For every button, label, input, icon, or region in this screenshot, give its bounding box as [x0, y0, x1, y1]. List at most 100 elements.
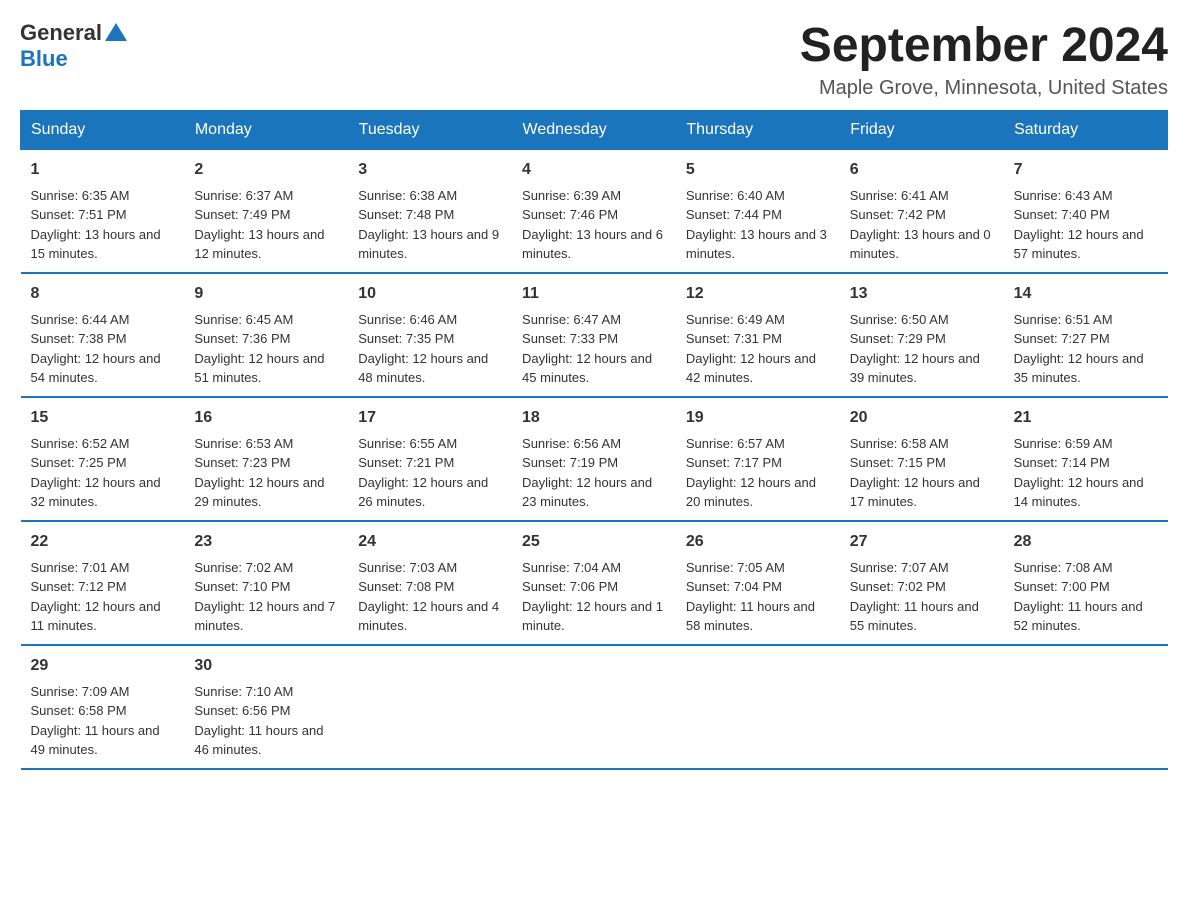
- calendar-cell: 19 Sunrise: 6:57 AMSunset: 7:17 PMDaylig…: [676, 397, 840, 521]
- day-number: 4: [522, 158, 666, 182]
- day-number: 11: [522, 282, 666, 306]
- day-number: 30: [194, 654, 338, 678]
- day-info: Sunrise: 6:55 AMSunset: 7:21 PMDaylight:…: [358, 436, 488, 510]
- title-section: September 2024 Maple Grove, Minnesota, U…: [800, 20, 1168, 100]
- header-monday: Monday: [184, 110, 348, 149]
- day-info: Sunrise: 6:57 AMSunset: 7:17 PMDaylight:…: [686, 436, 816, 510]
- calendar-cell: 23 Sunrise: 7:02 AMSunset: 7:10 PMDaylig…: [184, 521, 348, 645]
- calendar-cell: 5 Sunrise: 6:40 AMSunset: 7:44 PMDayligh…: [676, 149, 840, 273]
- day-number: 25: [522, 530, 666, 554]
- day-info: Sunrise: 7:02 AMSunset: 7:10 PMDaylight:…: [194, 560, 335, 634]
- calendar-week-4: 22 Sunrise: 7:01 AMSunset: 7:12 PMDaylig…: [21, 521, 1168, 645]
- header-friday: Friday: [840, 110, 1004, 149]
- calendar-cell: 7 Sunrise: 6:43 AMSunset: 7:40 PMDayligh…: [1004, 149, 1168, 273]
- day-number: 8: [31, 282, 175, 306]
- calendar-cell: 6 Sunrise: 6:41 AMSunset: 7:42 PMDayligh…: [840, 149, 1004, 273]
- day-number: 1: [31, 158, 175, 182]
- calendar-cell: 11 Sunrise: 6:47 AMSunset: 7:33 PMDaylig…: [512, 273, 676, 397]
- day-info: Sunrise: 6:43 AMSunset: 7:40 PMDaylight:…: [1014, 188, 1144, 262]
- calendar-cell: 2 Sunrise: 6:37 AMSunset: 7:49 PMDayligh…: [184, 149, 348, 273]
- calendar-cell: 26 Sunrise: 7:05 AMSunset: 7:04 PMDaylig…: [676, 521, 840, 645]
- day-number: 6: [850, 158, 994, 182]
- header-thursday: Thursday: [676, 110, 840, 149]
- calendar-cell: 15 Sunrise: 6:52 AMSunset: 7:25 PMDaylig…: [21, 397, 185, 521]
- header-sunday: Sunday: [21, 110, 185, 149]
- day-info: Sunrise: 6:35 AMSunset: 7:51 PMDaylight:…: [31, 188, 161, 262]
- logo-general-text: General: [20, 20, 102, 46]
- day-number: 27: [850, 530, 994, 554]
- calendar-cell: 24 Sunrise: 7:03 AMSunset: 7:08 PMDaylig…: [348, 521, 512, 645]
- day-info: Sunrise: 6:49 AMSunset: 7:31 PMDaylight:…: [686, 312, 816, 386]
- calendar-cell: 21 Sunrise: 6:59 AMSunset: 7:14 PMDaylig…: [1004, 397, 1168, 521]
- calendar-cell: 3 Sunrise: 6:38 AMSunset: 7:48 PMDayligh…: [348, 149, 512, 273]
- calendar-body: 1 Sunrise: 6:35 AMSunset: 7:51 PMDayligh…: [21, 149, 1168, 769]
- day-number: 3: [358, 158, 502, 182]
- header-saturday: Saturday: [1004, 110, 1168, 149]
- day-number: 24: [358, 530, 502, 554]
- day-info: Sunrise: 6:53 AMSunset: 7:23 PMDaylight:…: [194, 436, 324, 510]
- day-number: 5: [686, 158, 830, 182]
- day-info: Sunrise: 7:08 AMSunset: 7:00 PMDaylight:…: [1014, 560, 1143, 634]
- calendar-subtitle: Maple Grove, Minnesota, United States: [800, 77, 1168, 100]
- day-number: 10: [358, 282, 502, 306]
- day-info: Sunrise: 6:37 AMSunset: 7:49 PMDaylight:…: [194, 188, 324, 262]
- calendar-cell: 18 Sunrise: 6:56 AMSunset: 7:19 PMDaylig…: [512, 397, 676, 521]
- day-number: 16: [194, 406, 338, 430]
- day-info: Sunrise: 7:05 AMSunset: 7:04 PMDaylight:…: [686, 560, 815, 634]
- header-row: Sunday Monday Tuesday Wednesday Thursday…: [21, 110, 1168, 149]
- calendar-cell: 20 Sunrise: 6:58 AMSunset: 7:15 PMDaylig…: [840, 397, 1004, 521]
- day-info: Sunrise: 6:39 AMSunset: 7:46 PMDaylight:…: [522, 188, 663, 262]
- day-number: 28: [1014, 530, 1158, 554]
- calendar-cell: 30 Sunrise: 7:10 AMSunset: 6:56 PMDaylig…: [184, 645, 348, 769]
- day-number: 12: [686, 282, 830, 306]
- logo: General Blue: [20, 20, 127, 72]
- day-number: 23: [194, 530, 338, 554]
- day-info: Sunrise: 6:46 AMSunset: 7:35 PMDaylight:…: [358, 312, 488, 386]
- day-info: Sunrise: 7:01 AMSunset: 7:12 PMDaylight:…: [31, 560, 161, 634]
- calendar-cell: 10 Sunrise: 6:46 AMSunset: 7:35 PMDaylig…: [348, 273, 512, 397]
- day-number: 13: [850, 282, 994, 306]
- calendar-header: Sunday Monday Tuesday Wednesday Thursday…: [21, 110, 1168, 149]
- calendar-week-3: 15 Sunrise: 6:52 AMSunset: 7:25 PMDaylig…: [21, 397, 1168, 521]
- day-info: Sunrise: 6:56 AMSunset: 7:19 PMDaylight:…: [522, 436, 652, 510]
- calendar-cell: 12 Sunrise: 6:49 AMSunset: 7:31 PMDaylig…: [676, 273, 840, 397]
- calendar-cell: [840, 645, 1004, 769]
- day-info: Sunrise: 6:59 AMSunset: 7:14 PMDaylight:…: [1014, 436, 1144, 510]
- day-info: Sunrise: 7:10 AMSunset: 6:56 PMDaylight:…: [194, 684, 323, 758]
- calendar-week-2: 8 Sunrise: 6:44 AMSunset: 7:38 PMDayligh…: [21, 273, 1168, 397]
- calendar-week-5: 29 Sunrise: 7:09 AMSunset: 6:58 PMDaylig…: [21, 645, 1168, 769]
- day-info: Sunrise: 7:04 AMSunset: 7:06 PMDaylight:…: [522, 560, 663, 634]
- calendar-cell: 22 Sunrise: 7:01 AMSunset: 7:12 PMDaylig…: [21, 521, 185, 645]
- calendar-cell: 29 Sunrise: 7:09 AMSunset: 6:58 PMDaylig…: [21, 645, 185, 769]
- calendar-cell: 25 Sunrise: 7:04 AMSunset: 7:06 PMDaylig…: [512, 521, 676, 645]
- calendar-week-1: 1 Sunrise: 6:35 AMSunset: 7:51 PMDayligh…: [21, 149, 1168, 273]
- calendar-cell: 14 Sunrise: 6:51 AMSunset: 7:27 PMDaylig…: [1004, 273, 1168, 397]
- calendar-cell: 16 Sunrise: 6:53 AMSunset: 7:23 PMDaylig…: [184, 397, 348, 521]
- day-info: Sunrise: 6:47 AMSunset: 7:33 PMDaylight:…: [522, 312, 652, 386]
- logo-blue-text: Blue: [20, 46, 68, 72]
- day-number: 2: [194, 158, 338, 182]
- calendar-cell: 1 Sunrise: 6:35 AMSunset: 7:51 PMDayligh…: [21, 149, 185, 273]
- calendar-title: September 2024: [800, 20, 1168, 73]
- day-number: 9: [194, 282, 338, 306]
- calendar-cell: 13 Sunrise: 6:50 AMSunset: 7:29 PMDaylig…: [840, 273, 1004, 397]
- day-number: 15: [31, 406, 175, 430]
- day-info: Sunrise: 6:44 AMSunset: 7:38 PMDaylight:…: [31, 312, 161, 386]
- calendar-cell: 28 Sunrise: 7:08 AMSunset: 7:00 PMDaylig…: [1004, 521, 1168, 645]
- day-info: Sunrise: 6:40 AMSunset: 7:44 PMDaylight:…: [686, 188, 827, 262]
- day-number: 17: [358, 406, 502, 430]
- calendar-cell: 4 Sunrise: 6:39 AMSunset: 7:46 PMDayligh…: [512, 149, 676, 273]
- day-number: 18: [522, 406, 666, 430]
- header-tuesday: Tuesday: [348, 110, 512, 149]
- calendar-cell: 17 Sunrise: 6:55 AMSunset: 7:21 PMDaylig…: [348, 397, 512, 521]
- day-number: 26: [686, 530, 830, 554]
- day-number: 7: [1014, 158, 1158, 182]
- calendar-cell: [676, 645, 840, 769]
- day-info: Sunrise: 6:45 AMSunset: 7:36 PMDaylight:…: [194, 312, 324, 386]
- page-header: General Blue September 2024 Maple Grove,…: [20, 20, 1168, 100]
- calendar-cell: [348, 645, 512, 769]
- calendar-cell: 8 Sunrise: 6:44 AMSunset: 7:38 PMDayligh…: [21, 273, 185, 397]
- logo-triangle-icon: [105, 23, 127, 41]
- day-info: Sunrise: 7:07 AMSunset: 7:02 PMDaylight:…: [850, 560, 979, 634]
- day-info: Sunrise: 6:51 AMSunset: 7:27 PMDaylight:…: [1014, 312, 1144, 386]
